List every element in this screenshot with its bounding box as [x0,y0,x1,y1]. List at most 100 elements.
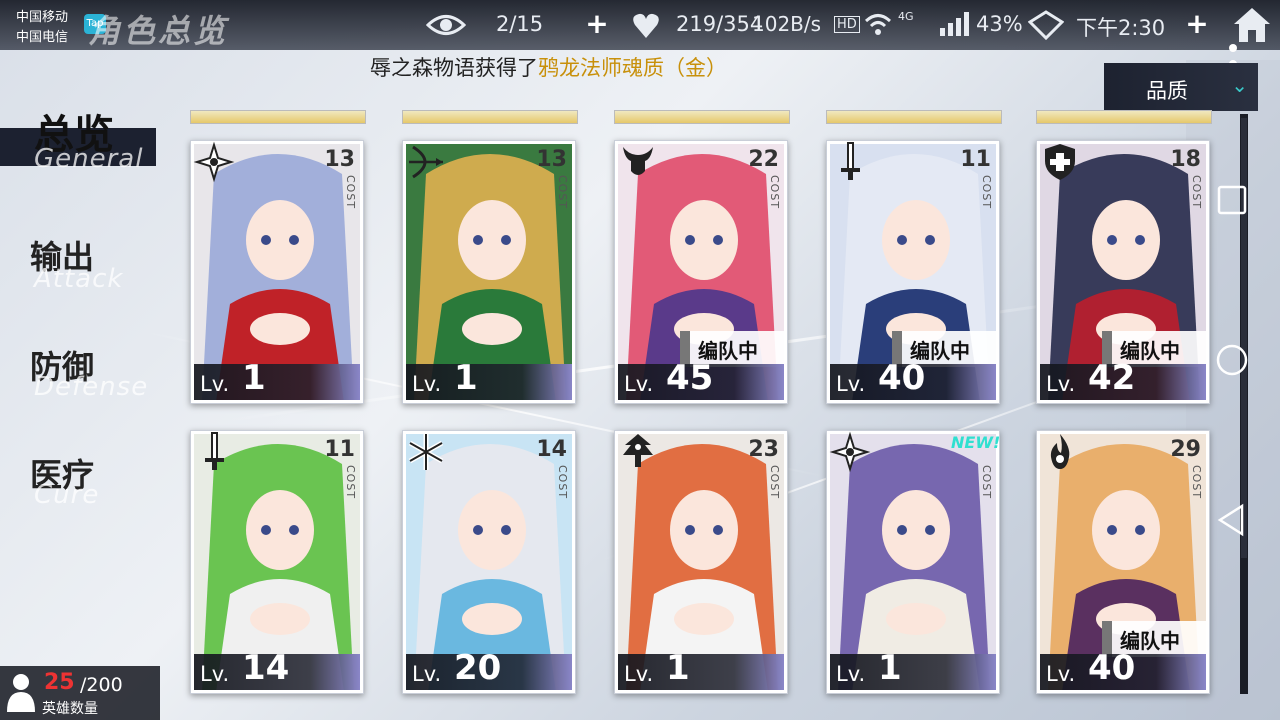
back-triangle-icon[interactable] [1214,502,1250,538]
hero-count-label: 英雄数量 [42,701,98,717]
hero-count-current: 25 [44,670,75,695]
character-card[interactable]: 13 COST Lv. 1 [190,140,364,404]
level-bar: Lv. 45 [618,358,784,400]
ticker-highlight: 鸦龙法师魂质（金） [538,56,727,80]
cost-label: COST [768,465,781,500]
level-prefix: Lv. [412,662,442,686]
sword-icon [205,432,224,470]
stamina-count: 219/354 [676,12,764,36]
character-card[interactable]: 11 COST Lv. 14 [190,430,364,694]
cost-label: COST [980,465,993,500]
card-cost: 29 [1170,437,1201,462]
card-cost: 13 [324,147,355,172]
shield-icon [1045,144,1075,180]
level-bar: Lv. 14 [194,648,360,690]
character-card[interactable]: 11 COST 编队中 Lv. 40 [826,140,1000,404]
character-card[interactable]: 13 COST Lv. 1 [402,140,576,404]
nav-label-en: Defense [34,372,149,402]
quality-filter-dropdown[interactable]: 品质 ⌄ [1104,63,1258,111]
hero-count-panel: 25 /200 英雄数量 [0,666,160,720]
level-value: 40 [1088,648,1136,688]
shuriken-icon [193,141,235,183]
ticker-prefix: 辱之森物语获得了 [370,56,538,80]
nav-item-defense[interactable]: 防御 Defense [0,338,180,408]
card-cost: 11 [324,437,355,462]
cost-label: COST [1190,175,1203,210]
cost-label: COST [768,175,781,210]
level-prefix: Lv. [1046,662,1076,686]
card-cost: 11 [960,147,991,172]
card-cost: 22 [748,147,779,172]
level-prefix: Lv. [200,372,230,396]
level-value: 1 [454,358,478,398]
heart-stamina-icon [633,13,659,38]
nav-item-cure[interactable]: 医疗 Cure [0,446,180,516]
level-bar: Lv. 42 [1040,358,1206,400]
character-card[interactable]: 23 COST Lv. 1 [614,430,788,694]
character-card[interactable]: 22 COST 编队中 Lv. 45 [614,140,788,404]
carrier-1: 中国移动 [16,10,69,25]
card-cost: 14 [536,437,567,462]
wifi-icon [864,14,892,35]
gem-icon [1028,10,1064,40]
nav-label-en: General [34,144,144,174]
hero-count-max: /200 [80,674,123,696]
cost-label: COST [1190,465,1203,500]
level-value: 40 [878,358,926,398]
card-partial-top [190,110,366,124]
clock-time: 下午2:30 [1076,16,1166,40]
horned-helmet-icon [623,147,653,175]
level-bar: Lv. 1 [830,648,996,690]
card-partial-top [402,110,578,124]
cost-label: COST [556,175,569,210]
level-prefix: Lv. [1046,372,1076,396]
character-card[interactable]: 14 COST Lv. 20 [402,430,576,694]
shuriken-icon [829,431,871,473]
flame-icon [1050,434,1070,469]
carrier-2: 中国电信 [16,30,69,45]
home-icon[interactable] [1230,2,1274,46]
level-bar: Lv. 1 [618,648,784,690]
nav-item-attack[interactable]: 输出 Attack [0,228,180,298]
add-gem-button[interactable]: + [1184,10,1210,38]
card-cost: 13 [536,147,567,172]
level-prefix: Lv. [200,662,230,686]
recent-apps-icon[interactable] [1214,182,1250,218]
home-circle-icon[interactable] [1214,342,1250,378]
level-value: 1 [666,648,690,688]
level-value: 45 [666,358,714,398]
level-value: 20 [454,648,502,688]
level-bar: Lv. 1 [406,358,572,400]
cost-label: COST [556,465,569,500]
level-bar: Lv. 1 [194,358,360,400]
card-cost: 18 [1170,147,1201,172]
cost-label: COST [980,175,993,210]
level-prefix: Lv. [412,372,442,396]
level-value: 1 [242,358,266,398]
sword-icon [841,142,860,180]
level-bar: Lv. 40 [830,358,996,400]
view-count: 2/15 [496,12,544,36]
level-prefix: Lv. [836,372,866,396]
quality-label: 品质 [1146,79,1188,103]
card-partial-top [614,110,790,124]
character-card[interactable]: 18 COST 编队中 Lv. 42 [1036,140,1210,404]
status-bar: 中国移动 中国电信 Tap 角色总览 2/15 + 219/354 102B/s… [0,0,1280,50]
nav-item-general[interactable]: 总览 General [0,100,180,174]
character-card[interactable]: 29 COST 编队中 Lv. 40 [1036,430,1210,694]
user-icon [7,674,35,712]
new-badge: NEW! [951,433,1000,452]
level-bar: Lv. 40 [1040,648,1206,690]
nav-label-en: Cure [34,480,100,510]
news-ticker: 辱之森物语获得了鸦龙法师魂质（金） [370,52,727,82]
tree-emblem-icon [623,434,653,467]
snowflake-icon [408,434,444,470]
add-view-button[interactable]: + [584,10,610,38]
level-bar: Lv. 20 [406,648,572,690]
character-card[interactable]: COST NEW! Lv. 1 [826,430,1000,694]
cost-label: COST [344,465,357,500]
eye-icon [426,15,466,35]
cost-label: COST [344,175,357,210]
level-prefix: Lv. [624,662,654,686]
battery-level: 43% [976,12,1023,36]
